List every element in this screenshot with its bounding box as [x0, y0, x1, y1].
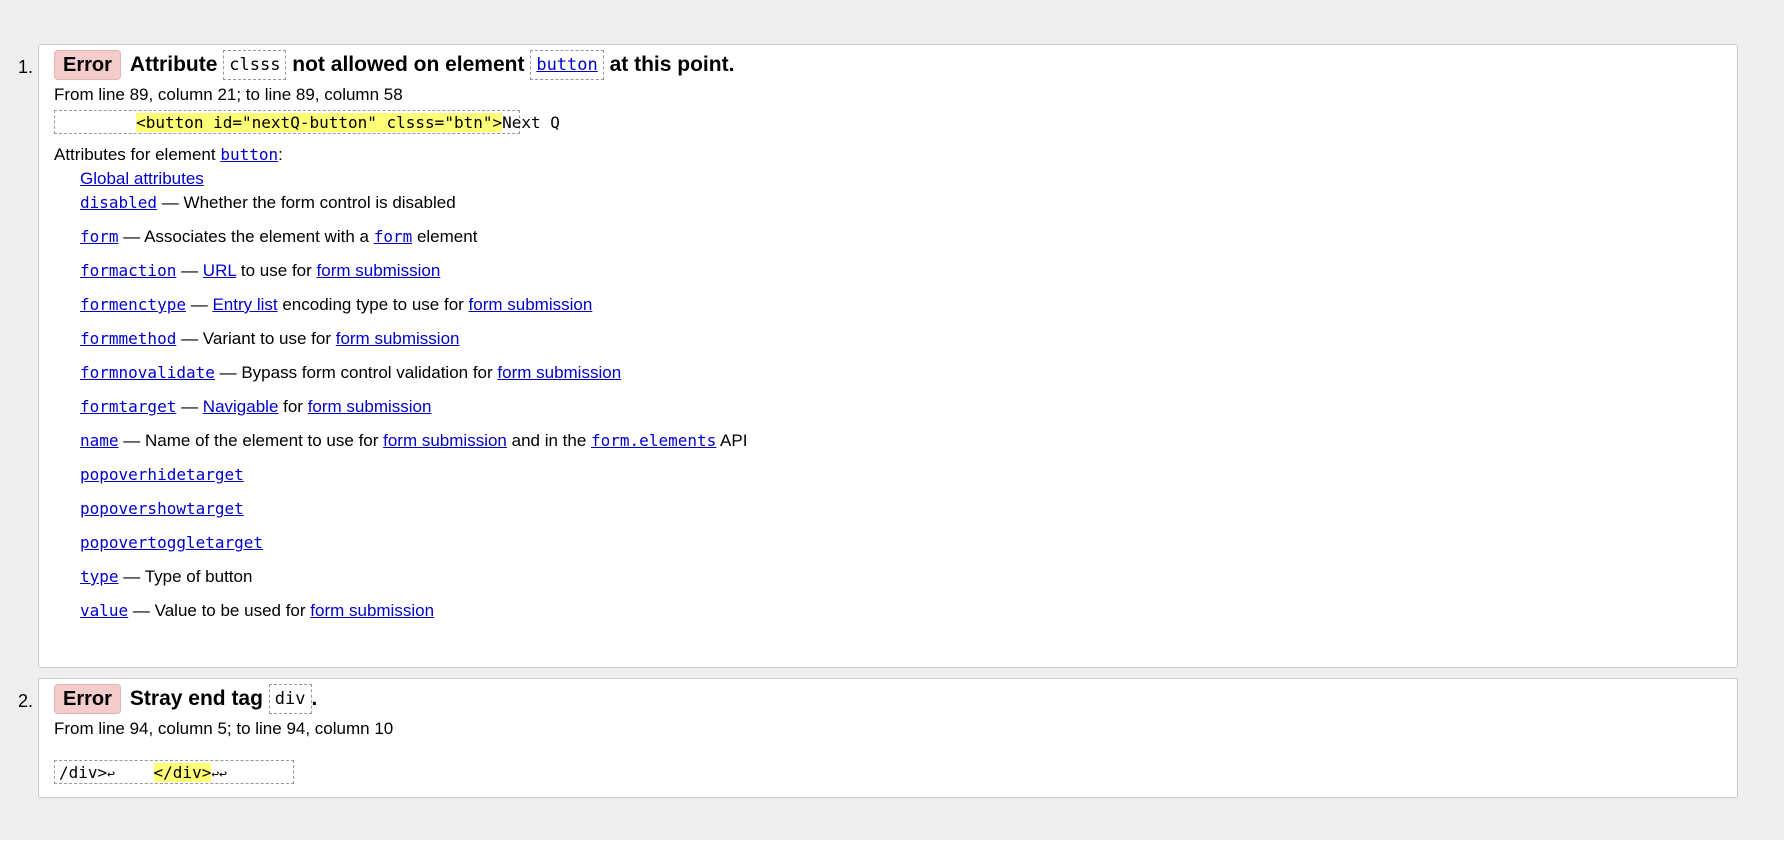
- message-text: Stray end tag: [129, 687, 263, 710]
- description-link[interactable]: form submission: [383, 431, 507, 450]
- attribute-code: clsss: [223, 50, 287, 81]
- attributes-intro-text: Attributes for element: [54, 145, 216, 164]
- error-badge: Error: [54, 50, 121, 81]
- attribute-name-link[interactable]: value: [80, 601, 128, 620]
- message-text: not allowed on element: [292, 53, 525, 76]
- attribute-item-disabled: disabled — Whether the form control is d…: [80, 186, 747, 220]
- attribute-name-link[interactable]: type: [80, 567, 119, 586]
- attribute-name-link[interactable]: popovertoggletarget: [80, 533, 263, 552]
- element-button-link[interactable]: button: [536, 55, 597, 75]
- attribute-item-type: type — Type of button: [80, 560, 747, 594]
- description-link[interactable]: form submission: [310, 601, 434, 620]
- description-link[interactable]: form.elements: [591, 431, 716, 450]
- return-icon: ↩: [107, 767, 115, 782]
- extract-space: [115, 763, 154, 782]
- attribute-name-link[interactable]: formaction: [80, 261, 176, 280]
- description-text: element: [412, 227, 478, 246]
- error-heading: Error Attribute clsss not allowed on elem…: [54, 48, 734, 82]
- message-number: 2.: [18, 691, 34, 711]
- error-message-2: Error Stray end tag div. From line 94, co…: [38, 678, 1738, 798]
- description-text: to use for: [236, 261, 317, 280]
- error-heading: Error Stray end tag div.: [54, 682, 317, 716]
- description-link[interactable]: form submission: [317, 261, 441, 280]
- description-text: Value to be used for: [154, 601, 311, 620]
- extract-highlight: <button id="nextQ-button" clsss="btn">: [136, 113, 503, 132]
- attribute-item-formnovalidate: formnovalidate — Bypass form control val…: [80, 356, 747, 390]
- attribute-name-link[interactable]: form: [80, 227, 119, 246]
- description-text: Bypass form control validation for: [241, 363, 498, 382]
- dash: —: [181, 329, 199, 348]
- dash: —: [190, 295, 208, 314]
- description-text: API: [716, 431, 748, 450]
- extract-prefix: /div>: [59, 763, 108, 782]
- description-text: Variant to use for: [202, 329, 336, 348]
- dash: —: [181, 397, 199, 416]
- extract-prefix: [59, 113, 136, 132]
- attributes-intro: Attributes for element button:: [54, 143, 283, 167]
- description-text: Name of the element to use for: [145, 431, 384, 450]
- attribute-item-formtarget: formtarget — Navigable for form submissi…: [80, 390, 747, 424]
- message-number: 1.: [18, 57, 34, 77]
- description-link[interactable]: Entry list: [212, 295, 277, 314]
- attribute-item-form: form — Associates the element with a for…: [80, 220, 747, 254]
- attribute-item-popovershowtarget: popovershowtarget: [80, 492, 747, 526]
- dash: —: [123, 431, 141, 450]
- attribute-item-formaction: formaction — URL to use for form submiss…: [80, 254, 747, 288]
- attribute-name-link[interactable]: formnovalidate: [80, 363, 215, 382]
- dash: —: [123, 227, 141, 246]
- location-text: From line 94, column 5; to line 94, colu…: [54, 719, 394, 738]
- dash: —: [219, 363, 237, 382]
- description-text: for: [278, 397, 308, 416]
- attribute-name-link[interactable]: formtarget: [80, 397, 176, 416]
- description-text: Associates the element with a: [144, 227, 374, 246]
- dash: —: [181, 261, 199, 280]
- attributes-colon: :: [278, 145, 283, 164]
- attribute-item-name: name — Name of the element to use for fo…: [80, 424, 747, 458]
- description-link[interactable]: form submission: [336, 329, 460, 348]
- attribute-list: disabled — Whether the form control is d…: [80, 186, 747, 628]
- attribute-name-link[interactable]: disabled: [80, 193, 157, 212]
- extract-suffix: Next Q: [502, 113, 560, 132]
- attribute-item-value: value — Value to be used for form submis…: [80, 594, 747, 628]
- message-text: .: [311, 687, 318, 710]
- description-text: Whether the form control is disabled: [183, 193, 456, 212]
- attributes-element-link[interactable]: button: [220, 145, 278, 164]
- description-link[interactable]: URL: [203, 261, 236, 280]
- attribute-name-link[interactable]: formmethod: [80, 329, 176, 348]
- description-text: Type of button: [144, 567, 253, 586]
- message-text: at this point.: [609, 53, 735, 76]
- element-code: div: [268, 684, 312, 715]
- attribute-item-popoverhidetarget: popoverhidetarget: [80, 458, 747, 492]
- code-extract: /div>↩ </div>↩↩: [54, 760, 294, 784]
- description-link[interactable]: form: [374, 227, 413, 246]
- message-text: Attribute: [129, 53, 218, 76]
- description-link[interactable]: Navigable: [203, 397, 279, 416]
- error-message-1: Error Attribute clsss not allowed on elem…: [38, 44, 1738, 668]
- dash: —: [161, 193, 179, 212]
- attribute-name-link[interactable]: popovershowtarget: [80, 499, 244, 518]
- attribute-name-link[interactable]: formenctype: [80, 295, 186, 314]
- attribute-item-formenctype: formenctype — Entry list encoding type t…: [80, 288, 747, 322]
- extract-highlight: </div>: [153, 763, 212, 782]
- description-text: and in the: [506, 431, 592, 450]
- attribute-name-link[interactable]: name: [80, 431, 119, 450]
- location-text: From line 89, column 21; to line 89, col…: [54, 85, 403, 104]
- attribute-name-link[interactable]: popoverhidetarget: [80, 465, 244, 484]
- dash: —: [132, 601, 150, 620]
- element-code: button: [530, 50, 604, 81]
- return-icon: ↩↩: [211, 767, 227, 782]
- dash: —: [123, 567, 141, 586]
- description-text: encoding type to use for: [277, 295, 469, 314]
- description-link[interactable]: form submission: [308, 397, 432, 416]
- attribute-item-formmethod: formmethod — Variant to use for form sub…: [80, 322, 747, 356]
- attribute-item-popovertoggletarget: popovertoggletarget: [80, 526, 747, 560]
- error-badge: Error: [54, 684, 121, 715]
- description-link[interactable]: form submission: [469, 295, 593, 314]
- code-extract: <button id="nextQ-button" clsss="btn">Ne…: [54, 110, 560, 134]
- description-link[interactable]: form submission: [497, 363, 621, 382]
- results-panel: 1. Error Attribute clsss not allowed on e…: [0, 0, 1784, 840]
